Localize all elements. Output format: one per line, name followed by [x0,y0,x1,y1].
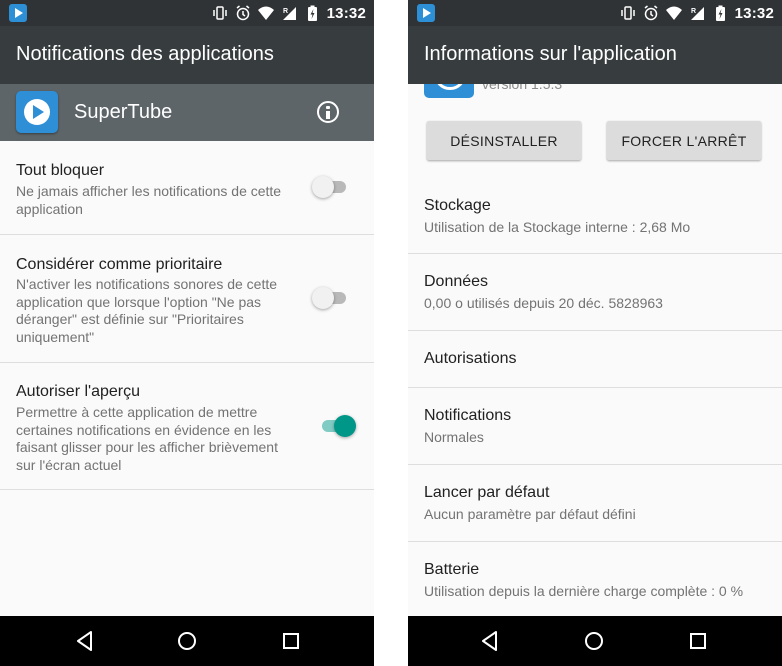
setting-title: Autoriser l'aperçu [16,383,140,400]
row-subtitle: Utilisation depuis la dernière charge co… [424,583,744,599]
uninstall-button[interactable]: DÉSINSTALLER [427,121,581,160]
alarm-icon [236,5,250,21]
row-subtitle: Aucun paramètre par défaut défini [424,506,636,522]
row-title: Notifications [424,407,512,424]
row-notifications[interactable]: Notifications Normales [408,388,782,465]
row-title: Autorisations [424,350,517,367]
row-subtitle: Normales [424,429,484,445]
page-title: Notifications des applications [16,43,274,65]
vibrate-icon [620,6,635,20]
force-stop-button[interactable]: FORCER L'ARRÊT [607,121,761,160]
status-bar: R 13:32 [408,0,782,26]
row-title: Lancer par défaut [424,484,550,501]
home-icon[interactable] [175,629,199,653]
clock: 13:32 [734,4,774,22]
row-title: Stockage [424,197,491,214]
app-info-screen: version 1.5.3 R 13:32 Informations sur l… [408,0,782,666]
navigation-bar [0,616,374,666]
signal-roaming-icon: R [690,7,704,20]
setting-description: Permettre à cette application de mettre … [16,404,278,473]
battery-charging-icon [715,5,725,21]
setting-description: N'activer les notifications sonores de c… [16,276,278,345]
row-data[interactable]: Données 0,00 o utilisés depuis 20 déc. 5… [408,254,782,331]
back-icon[interactable] [73,629,97,653]
notifications-screen: R 13:32 Notifications des applications S… [0,0,374,666]
back-icon[interactable] [478,629,502,653]
signal-roaming-icon: R [282,7,296,20]
svg-text:R: R [283,8,288,15]
status-bar: R 13:32 [0,0,374,26]
setting-title: Tout bloquer [16,162,105,179]
block-all-toggle[interactable] [312,176,348,198]
setting-title: Considérer comme prioritaire [16,256,223,273]
alarm-icon [644,5,658,21]
setting-peek[interactable]: Autoriser l'aperçu Permettre à cette app… [0,363,374,490]
recents-icon[interactable] [279,629,303,653]
app-name: SuperTube [74,101,173,123]
row-subtitle: Utilisation de la Stockage interne : 2,6… [424,219,691,235]
recents-icon[interactable] [686,629,710,653]
svg-text:R: R [691,8,696,15]
app-notification-icon [417,4,435,22]
battery-charging-icon [307,5,317,21]
app-bar: Informations sur l'application [408,26,782,84]
navigation-bar [408,616,782,666]
row-subtitle: 0,00 o utilisés depuis 20 déc. 5828963 [424,295,663,311]
app-bar: Notifications des applications [0,26,374,84]
supertube-app-icon [16,91,58,133]
row-permissions[interactable]: Autorisations [408,331,782,388]
priority-toggle[interactable] [312,287,348,309]
info-icon[interactable] [317,101,339,123]
app-notification-icon [9,4,27,22]
wifi-icon [257,6,274,20]
row-storage[interactable]: Stockage Utilisation de la Stockage inte… [408,177,782,254]
peek-toggle[interactable] [320,415,356,437]
row-title: Données [424,273,489,290]
row-title: Batterie [424,561,480,578]
row-battery[interactable]: Batterie Utilisation depuis la dernière … [408,542,782,616]
page-title: Informations sur l'application [424,43,677,65]
wifi-icon [665,6,682,20]
home-icon[interactable] [582,629,606,653]
vibrate-icon [212,6,227,20]
row-open-by-default[interactable]: Lancer par défaut Aucun paramètre par dé… [408,465,782,542]
setting-block-all[interactable]: Tout bloquer Ne jamais afficher les noti… [0,141,374,235]
setting-priority[interactable]: Considérer comme prioritaire N'activer l… [0,235,374,363]
clock: 13:32 [326,4,366,22]
setting-description: Ne jamais afficher les notifications de … [16,183,282,217]
